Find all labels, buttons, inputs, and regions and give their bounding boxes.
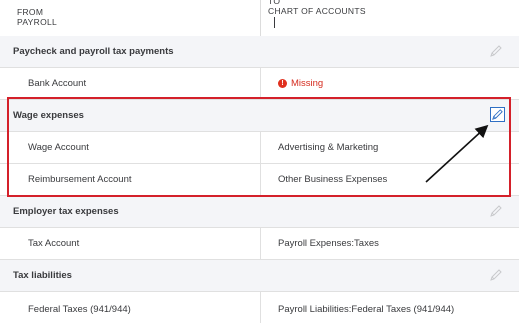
from-column-header: FROM PAYROLL: [17, 7, 97, 27]
section-title: Tax liabilities: [13, 270, 72, 281]
row-reimbursement-account: Reimbursement Account Other Business Exp…: [0, 164, 519, 196]
section-title: Wage expenses: [13, 110, 84, 121]
wage-account-label: Wage Account: [28, 142, 89, 153]
row-tax-account: Tax Account Payroll Expenses:Taxes: [0, 228, 519, 260]
wage-account-value: Advertising & Marketing: [278, 142, 379, 153]
reimbursement-account-label: Reimbursement Account: [28, 174, 132, 185]
row-divider: [260, 228, 261, 259]
row-divider: [260, 164, 261, 195]
from-sub-label: PAYROLL: [17, 17, 58, 27]
missing-text: Missing: [291, 78, 324, 89]
row-federal-taxes: Federal Taxes (941/944) Payroll Liabilit…: [0, 292, 519, 324]
section-paycheck-payments: Paycheck and payroll tax payments: [0, 36, 519, 68]
edit-employer-pencil-icon[interactable]: [489, 204, 503, 218]
federal-taxes-value: Payroll Liabilities:Federal Taxes (941/9…: [278, 304, 455, 315]
warning-icon: !: [278, 79, 287, 88]
tax-account-label: Tax Account: [28, 238, 80, 249]
bank-account-label: Bank Account: [28, 78, 87, 89]
section-employer-tax-expenses: Employer tax expenses: [0, 196, 519, 228]
edit-wage-pencil-icon[interactable]: [490, 107, 505, 122]
tax-account-value: Payroll Expenses:Taxes: [278, 238, 379, 249]
reimbursement-account-value: Other Business Expenses: [278, 174, 388, 185]
row-divider: [260, 132, 261, 163]
section-title: Paycheck and payroll tax payments: [13, 46, 174, 57]
edit-paycheck-pencil-icon[interactable]: [489, 44, 503, 58]
section-title: Employer tax expenses: [13, 206, 119, 217]
mapping-header: FROM PAYROLL TO CHART OF ACCOUNTS: [0, 0, 519, 37]
edit-liabilities-pencil-icon[interactable]: [489, 268, 503, 282]
row-wage-account: Wage Account Advertising & Marketing: [0, 132, 519, 164]
to-column-header: TO CHART OF ACCOUNTS: [268, 0, 418, 16]
federal-taxes-label: Federal Taxes (941/944): [28, 304, 131, 315]
text-cursor: [274, 17, 275, 28]
row-divider: [260, 68, 261, 99]
section-tax-liabilities: Tax liabilities: [0, 260, 519, 292]
to-sub-label: CHART OF ACCOUNTS: [268, 6, 366, 16]
section-wage-expenses: Wage expenses: [0, 100, 519, 132]
missing-status: ! Missing: [278, 68, 323, 99]
row-divider: [260, 292, 261, 323]
column-divider: [260, 0, 261, 36]
row-bank-account: Bank Account ! Missing: [0, 68, 519, 100]
from-label: FROM: [17, 7, 44, 17]
